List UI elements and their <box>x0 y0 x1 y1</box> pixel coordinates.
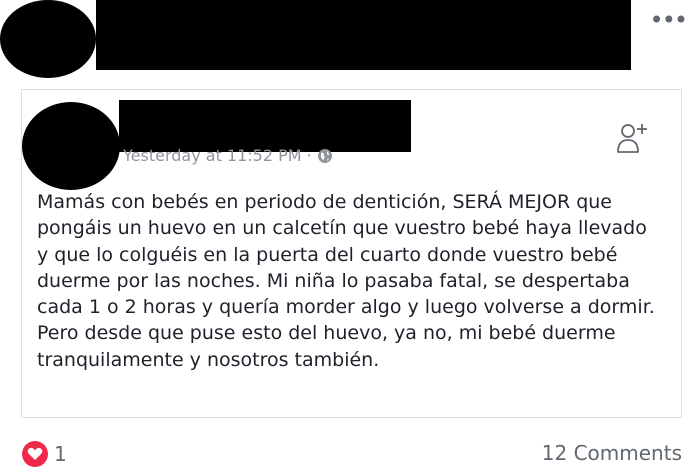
heart-icon <box>22 441 48 467</box>
post-timestamp[interactable]: Yesterday at 11:52 PM <box>123 146 302 166</box>
post-author-name-redacted[interactable] <box>96 0 631 70</box>
post-author-avatar-redacted[interactable] <box>0 0 96 78</box>
post-footer: 1 12 Comments <box>0 438 700 468</box>
add-friend-icon[interactable] <box>615 120 651 160</box>
shared-post-card: Yesterday at 11:52 PM · Mamás con bebés … <box>21 89 682 418</box>
post-meta: Yesterday at 11:52 PM · <box>123 146 333 166</box>
reaction-count: 1 <box>54 442 67 466</box>
shared-author-avatar-redacted[interactable] <box>22 102 120 190</box>
post-body-text: Mamás con bebés en periodo de dentición,… <box>37 191 655 371</box>
comments-count-link[interactable]: 12 Comments <box>542 441 682 465</box>
globe-icon[interactable] <box>317 148 333 164</box>
reactions-summary[interactable]: 1 <box>22 441 67 467</box>
shared-author-name-redacted[interactable] <box>119 100 411 152</box>
more-options-icon[interactable]: ••• <box>650 8 688 32</box>
meta-separator: · <box>306 146 312 165</box>
